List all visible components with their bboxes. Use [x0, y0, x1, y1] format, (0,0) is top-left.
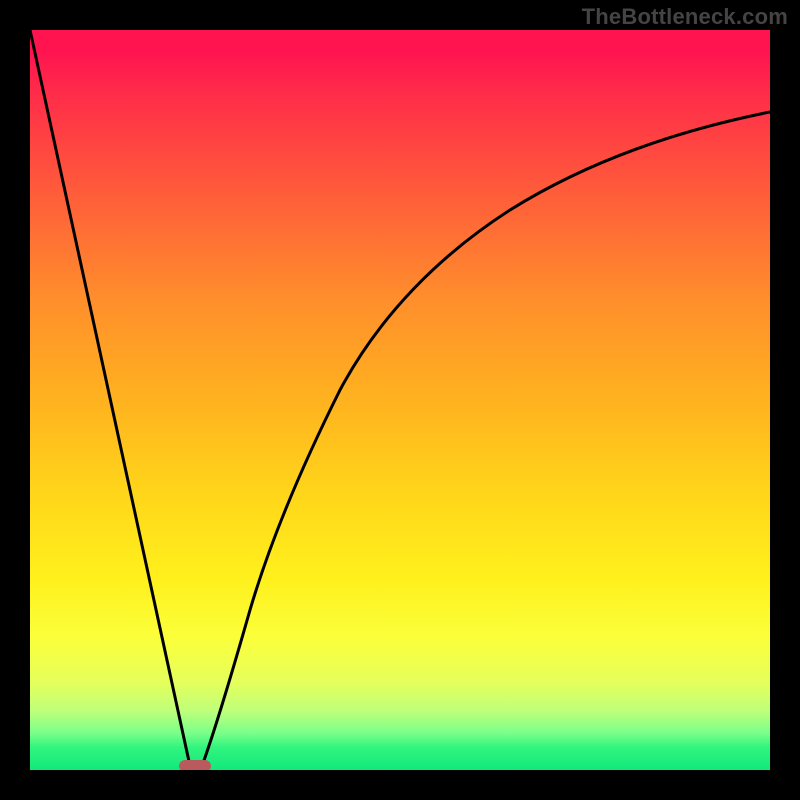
curve-left-branch	[30, 30, 190, 766]
chart-frame: TheBottleneck.com	[0, 0, 800, 800]
plot-area	[30, 30, 770, 770]
curve-svg	[30, 30, 770, 770]
watermark-text: TheBottleneck.com	[582, 4, 788, 30]
curve-right-branch	[202, 112, 770, 766]
trough-marker	[179, 760, 211, 770]
